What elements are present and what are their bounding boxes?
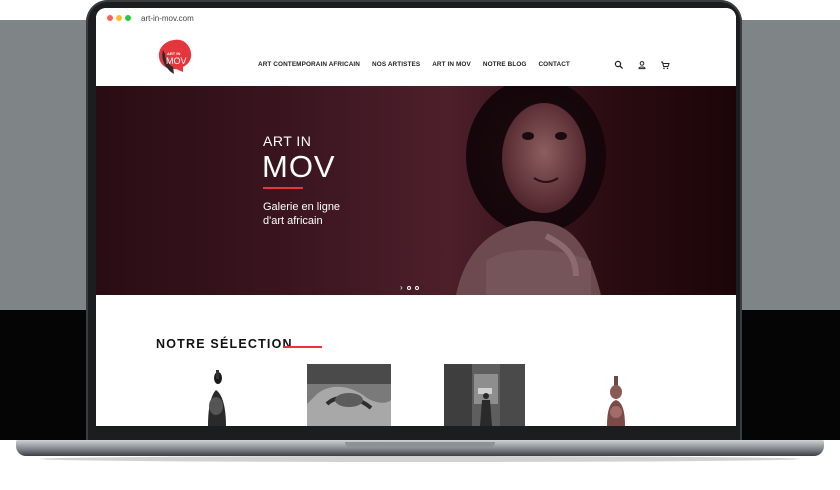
window-maximize-dot[interactable] — [125, 15, 131, 21]
hero-brand-main: MOV — [262, 149, 336, 184]
site-header: ART IN MOV ART CONTEMPORAIN AFRICAIN NOS… — [96, 28, 736, 86]
laptop-shadow — [40, 456, 800, 462]
logo-icon: ART IN MOV — [158, 39, 192, 74]
artwork-image-1 — [194, 364, 239, 426]
hero-subtitle-line1: Galerie en ligne — [263, 201, 341, 213]
selection-title: NOTRE SÉLECTION — [156, 337, 293, 351]
nav-item-notre-blog[interactable]: NOTRE BLOG — [483, 61, 527, 68]
address-bar-url[interactable]: art-in-mov.com — [141, 14, 194, 23]
backdrop-lower-right — [730, 310, 840, 440]
artwork-image-2 — [307, 364, 391, 426]
selection-accent-line — [284, 346, 322, 348]
laptop-screen: art-in-mov.com ART IN MOV ART CONTEMPORA… — [96, 8, 736, 426]
artwork-thumb-1[interactable] — [194, 364, 239, 426]
search-icon[interactable] — [614, 60, 624, 70]
main-nav: ART CONTEMPORAIN AFRICAIN NOS ARTISTES A… — [258, 61, 570, 68]
hero-slider: ART IN MOV Galerie en ligne d'art africa… — [96, 86, 736, 295]
hero-subtitle: Galerie en ligne d'art africain — [263, 200, 383, 228]
hero-subtitle-line2: d'art africain — [263, 215, 323, 227]
window-minimize-dot[interactable] — [116, 15, 122, 21]
artwork-thumb-3[interactable] — [444, 364, 525, 426]
slider-controls: › — [400, 284, 419, 292]
nav-item-contact[interactable]: CONTACT — [538, 61, 569, 68]
slider-next-arrow[interactable]: › — [400, 284, 403, 292]
artwork-thumb-4[interactable] — [596, 364, 636, 426]
nav-item-art-in-mov[interactable]: ART IN MOV — [432, 61, 471, 68]
backdrop-band-right — [730, 20, 840, 310]
artwork-image-4 — [596, 364, 636, 426]
browser-bar: art-in-mov.com — [96, 8, 736, 28]
cart-icon[interactable] — [660, 60, 670, 70]
slider-dot-1[interactable] — [406, 286, 411, 290]
artwork-image-3 — [444, 364, 525, 426]
nav-item-art-contemporain[interactable]: ART CONTEMPORAIN AFRICAIN — [258, 61, 360, 68]
hero-brand-top: ART IN — [263, 133, 312, 149]
slider-dot-2[interactable] — [414, 286, 419, 290]
site-logo[interactable]: ART IN MOV — [154, 36, 194, 76]
selection-section: NOTRE SÉLECTION — [96, 295, 736, 426]
hero-child-portrait — [456, 86, 606, 295]
laptop-notch — [345, 442, 495, 448]
header-icons — [614, 60, 670, 70]
logo-text-main: MOV — [166, 56, 187, 66]
artwork-thumb-2[interactable] — [307, 364, 391, 426]
hero-accent-line — [263, 187, 303, 189]
nav-item-nos-artistes[interactable]: NOS ARTISTES — [372, 61, 420, 68]
account-icon[interactable] — [637, 60, 647, 70]
window-close-dot[interactable] — [107, 15, 113, 21]
